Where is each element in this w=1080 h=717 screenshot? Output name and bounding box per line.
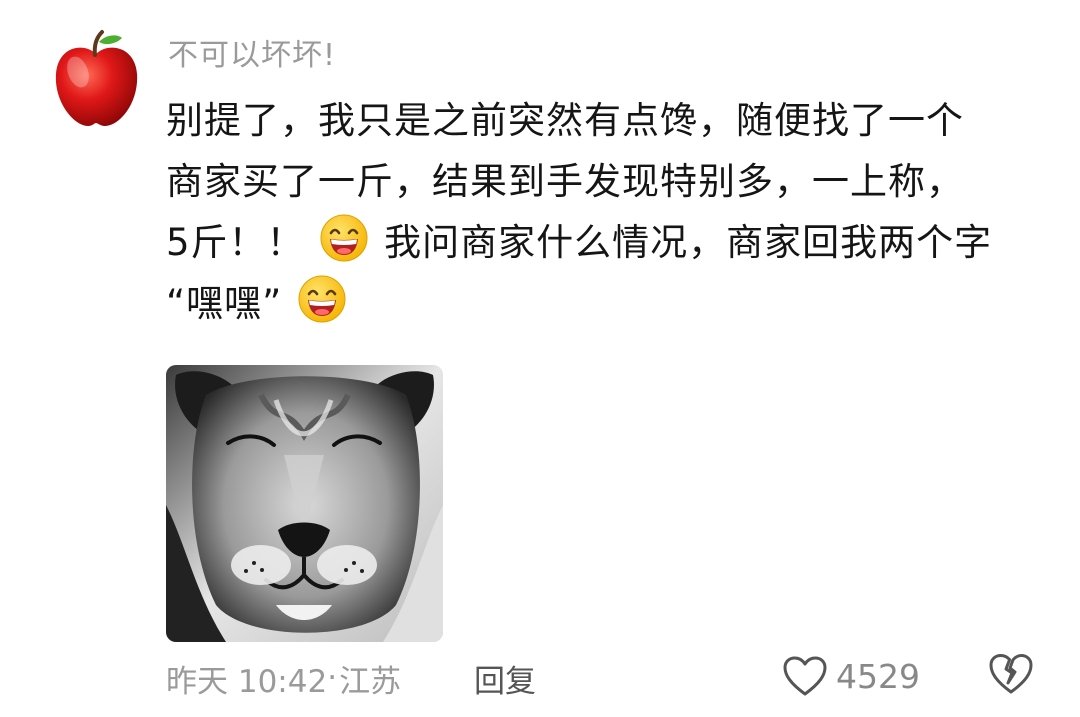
comment-line: “嘿嘿” [166, 273, 1046, 334]
broken-heart-icon [989, 654, 1033, 694]
comment-text: 别提了，我只是之前突然有点馋，随便找了一个 商家买了一斤，结果到手发现特别多，一… [166, 90, 1046, 334]
comment-meta: 昨天 10:42 · 江苏 [166, 656, 401, 700]
comment-segment: 我问商家什么情况，商家回我两个字 [384, 221, 993, 264]
comment-segment: 5斤！！ [166, 221, 305, 264]
comment-line: 别提了，我只是之前突然有点馋，随便找了一个 [166, 99, 964, 142]
grinning-face-emoji-icon [298, 275, 346, 323]
reply-button[interactable]: 回复 [474, 656, 536, 700]
comment-line: 商家买了一斤，结果到手发现特别多，一上称， [166, 160, 964, 203]
meta-separator: · [327, 660, 338, 696]
red-apple-icon [44, 28, 148, 132]
username[interactable]: 不可以坏坏! [168, 30, 336, 74]
like-button[interactable]: 4529 [782, 652, 920, 700]
dislike-button[interactable] [988, 652, 1034, 700]
comment-line: 5斤！！ 我问商家什么情况，商家回我两个字 [166, 212, 1046, 273]
comment-time: 昨天 10:42 [166, 663, 328, 700]
comment-image[interactable] [166, 365, 443, 642]
like-count: 4529 [836, 656, 920, 696]
avatar[interactable] [44, 28, 148, 132]
comment-segment: “嘿嘿” [166, 282, 283, 325]
lion-face-photo-icon [166, 365, 443, 642]
grinning-face-emoji-icon [320, 214, 368, 262]
comment-item: 不可以坏坏! 别提了，我只是之前突然有点馋，随便找了一个 商家买了一斤，结果到手… [0, 0, 1080, 717]
comment-location: 江苏 [339, 663, 402, 700]
heart-outline-icon [783, 656, 827, 696]
